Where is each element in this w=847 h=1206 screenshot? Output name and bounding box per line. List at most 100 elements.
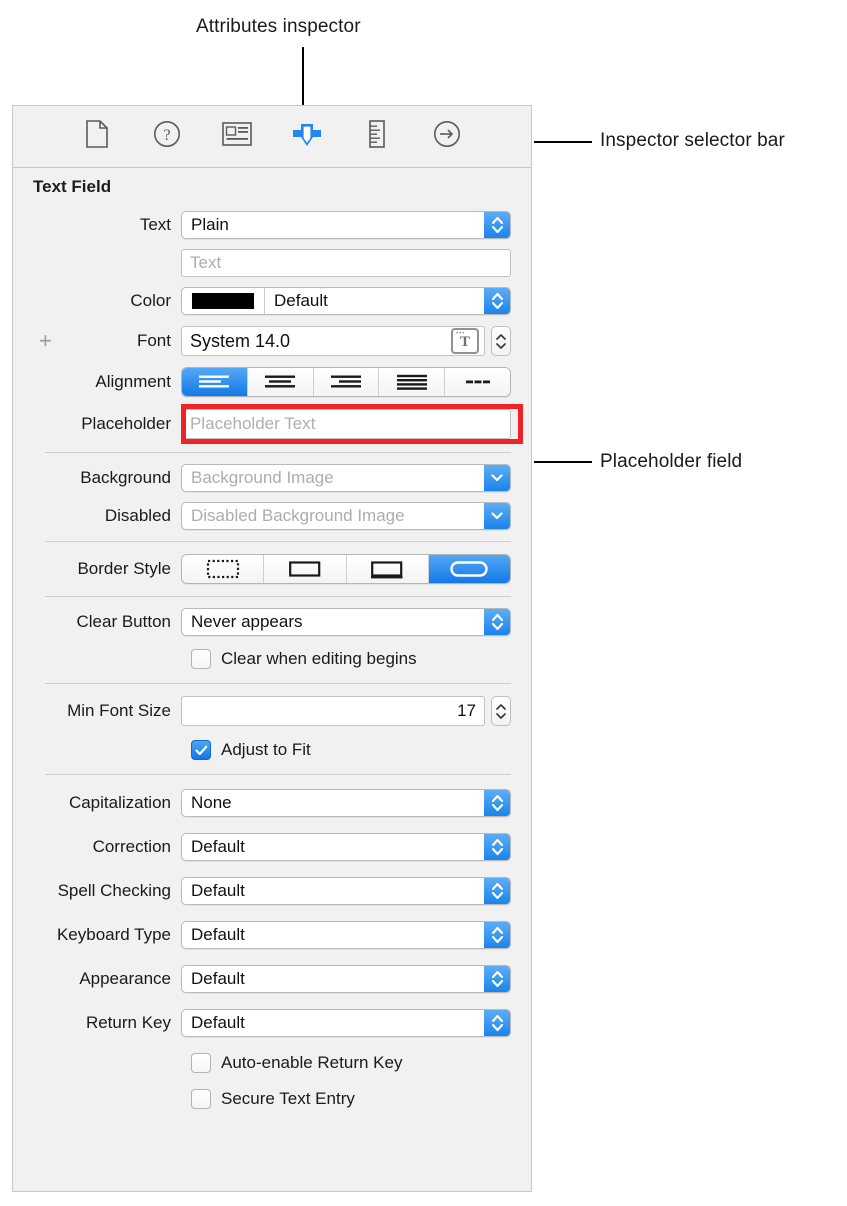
attributes-inspector-tab[interactable]: [282, 108, 331, 164]
align-left-segment[interactable]: [182, 368, 248, 396]
return-key-label: Return Key: [85, 1013, 171, 1032]
appearance-popup[interactable]: Default: [181, 965, 511, 993]
font-input[interactable]: System 14.0 ••• T: [181, 326, 485, 356]
placeholder-input[interactable]: Placeholder Text: [181, 409, 511, 439]
chevron-down-icon[interactable]: [484, 503, 510, 529]
chevron-updown-icon[interactable]: [484, 878, 510, 904]
align-center-segment[interactable]: [247, 368, 314, 396]
clear-when-editing-checkbox[interactable]: [191, 649, 211, 669]
chevron-updown-icon[interactable]: [484, 966, 510, 992]
leader-line-placeholder-field: [534, 461, 592, 463]
spell-checking-popup[interactable]: Default: [181, 877, 511, 905]
clear-when-editing-row[interactable]: Clear when editing begins: [13, 641, 531, 677]
divider: [45, 683, 511, 684]
return-key-value: Default: [191, 1013, 245, 1032]
correction-popup[interactable]: Default: [181, 833, 511, 861]
keyboard-type-popup[interactable]: Default: [181, 921, 511, 949]
border-rounded-rect-segment[interactable]: [428, 555, 510, 583]
font-icon-dots: •••: [456, 330, 466, 337]
clear-button-value: Never appears: [191, 612, 303, 631]
background-value: Background Image: [191, 468, 334, 487]
adjust-to-fit-row[interactable]: Adjust to Fit: [13, 732, 531, 768]
size-inspector-tab[interactable]: [356, 116, 398, 158]
appearance-row: Appearance Default: [13, 957, 531, 1001]
font-picker-icon[interactable]: ••• T: [451, 328, 479, 354]
add-font-variation-icon[interactable]: +: [39, 330, 52, 352]
auto-enable-return-key-checkbox[interactable]: [191, 1053, 211, 1073]
color-popup[interactable]: Default: [181, 287, 511, 315]
chevron-updown-icon[interactable]: [484, 288, 510, 314]
placeholder-label: Placeholder: [81, 414, 171, 433]
min-font-size-row: Min Font Size 17: [13, 690, 531, 732]
document-icon: [85, 120, 109, 153]
auto-enable-return-key-label: Auto-enable Return Key: [221, 1053, 403, 1072]
keyboard-type-value: Default: [191, 925, 245, 944]
clear-button-label: Clear Button: [76, 612, 172, 631]
text-content-placeholder: Text: [190, 253, 222, 272]
attributes-slider-icon: [290, 118, 324, 155]
color-swatch-well[interactable]: [182, 288, 265, 314]
rounded-rect-icon: [450, 561, 489, 577]
align-natural-dashes-icon: [465, 380, 490, 384]
text-style-popup[interactable]: Plain: [181, 211, 511, 239]
leader-line-selector-bar: [534, 141, 592, 143]
attributes-inspector-panel: ? Text Field Text Plain Text Color Defau…: [12, 105, 532, 1192]
secure-text-entry-row[interactable]: Secure Text Entry: [13, 1081, 531, 1117]
adjust-to-fit-label: Adjust to Fit: [221, 740, 311, 759]
adjust-to-fit-checkbox[interactable]: [191, 740, 211, 760]
text-content-input[interactable]: Text: [181, 249, 511, 277]
alignment-segmented-control[interactable]: [181, 367, 511, 397]
capitalization-value: None: [191, 793, 232, 812]
correction-label: Correction: [92, 837, 171, 856]
border-line-segment[interactable]: [264, 555, 347, 583]
background-combo[interactable]: Background Image: [181, 464, 511, 492]
border-style-segmented-control[interactable]: [181, 554, 511, 584]
connections-inspector-tab[interactable]: [426, 116, 468, 158]
font-size-stepper[interactable]: [491, 326, 511, 356]
border-none-segment[interactable]: [182, 555, 265, 583]
border-bezel-segment[interactable]: [346, 555, 429, 583]
align-right-icon: [330, 375, 361, 388]
background-label: Background: [80, 468, 171, 487]
chevron-updown-icon[interactable]: [484, 834, 510, 860]
clear-button-popup[interactable]: Never appears: [181, 608, 511, 636]
chevron-down-icon[interactable]: [484, 465, 510, 491]
chevron-updown-icon[interactable]: [484, 922, 510, 948]
clear-when-editing-label: Clear when editing begins: [221, 649, 417, 668]
appearance-value: Default: [191, 969, 245, 988]
disabled-background-combo[interactable]: Disabled Background Image: [181, 502, 511, 530]
correction-value: Default: [191, 837, 245, 856]
rect-outline-icon: [288, 561, 321, 577]
color-swatch: [192, 293, 254, 309]
align-justified-segment[interactable]: [379, 368, 446, 396]
capitalization-popup[interactable]: None: [181, 789, 511, 817]
auto-enable-return-key-row[interactable]: Auto-enable Return Key: [13, 1045, 531, 1081]
placeholder-row: Placeholder Placeholder Text: [13, 402, 531, 446]
secure-text-entry-checkbox[interactable]: [191, 1089, 211, 1109]
svg-text:?: ?: [163, 127, 170, 144]
text-content-row: Text: [13, 244, 531, 282]
align-right-segment[interactable]: [313, 368, 380, 396]
min-font-size-stepper[interactable]: [491, 696, 511, 726]
chevron-updown-icon[interactable]: [484, 790, 510, 816]
identity-card-icon: [222, 122, 252, 151]
file-inspector-tab[interactable]: [76, 116, 118, 158]
chevron-updown-icon[interactable]: [484, 1010, 510, 1036]
color-row: Color Default: [13, 282, 531, 320]
font-row: + Font System 14.0 ••• T: [13, 320, 531, 362]
annotation-inspector-selector-bar: Inspector selector bar: [600, 130, 785, 151]
return-key-popup[interactable]: Default: [181, 1009, 511, 1037]
align-natural-segment[interactable]: [445, 368, 510, 396]
identity-inspector-tab[interactable]: [216, 116, 258, 158]
divider: [45, 452, 511, 453]
quick-help-inspector-tab[interactable]: ?: [146, 116, 188, 158]
border-style-row: Border Style: [13, 548, 531, 590]
align-center-icon: [265, 375, 296, 388]
min-font-size-value: 17: [457, 701, 476, 720]
capitalization-label: Capitalization: [68, 793, 171, 812]
min-font-size-input[interactable]: 17: [181, 696, 485, 726]
divider: [45, 541, 511, 542]
font-value: System 14.0: [190, 330, 291, 351]
chevron-updown-icon[interactable]: [484, 212, 510, 238]
chevron-updown-icon[interactable]: [484, 609, 510, 635]
